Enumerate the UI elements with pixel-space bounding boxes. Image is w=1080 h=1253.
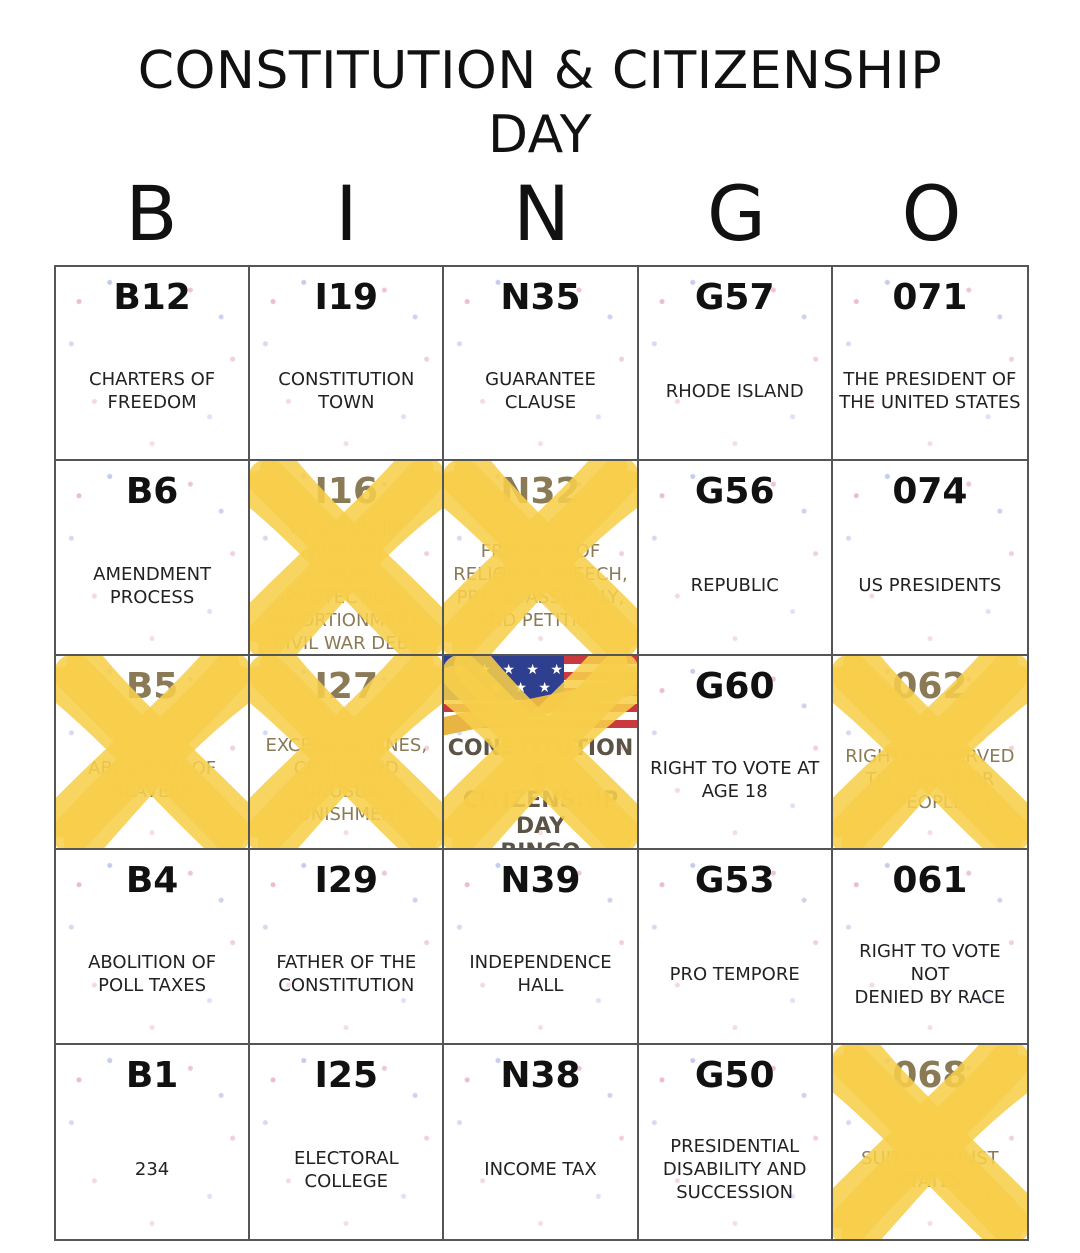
bingo-cell-o-4[interactable]: 061 RIGHT TO VOTE NOT DENIED BY RACE [832,850,1027,1045]
bingo-letter-n: N [513,169,570,258]
cell-code: B1 [125,1054,179,1096]
cell-description: ABOLITION OF POLL TAXES [88,952,217,997]
cell-code: 071 [892,277,968,318]
cell-code: N32 [500,471,581,513]
star-icon: ★ [502,660,515,677]
cell-description: RIGHT TO VOTE NOT DENIED BY RACE [854,940,1006,1008]
cell-description: RHODE ISLAND [665,380,804,402]
page-title: CONSTITUTION & CITIZENSHIP [137,41,943,101]
star-icon: ★ [466,678,479,695]
star-icon: ★ [478,660,491,677]
cell-description: INDEPENDENCE HALL [469,952,612,997]
cell-description: 234 [134,1159,170,1181]
cell-description: AMENDMENT PROCESS [93,563,212,608]
bingo-cell-b-4[interactable]: B4 ABOLITION OF POLL TAXES [56,850,251,1045]
cell-code: 068 [892,1054,968,1096]
bingo-cell-g-2[interactable]: G56 REPUBLIC [638,461,833,656]
cell-code: I27 [314,665,379,707]
bingo-cell-g-4[interactable]: G53 PRO TEMPORE [638,850,833,1045]
bingo-cell-b-2[interactable]: B6 AMENDMENT PROCESS [56,461,251,656]
star-icon: ★ [550,660,563,677]
cell-code: G53 [694,860,775,902]
cell-code: B5 [125,665,179,707]
bingo-cell-o-5[interactable]: 068 SUITS AGAINST STATES [832,1044,1027,1239]
cell-description: CITIZENSHIP RIGHTS, EQUAL PROTECTION, AP… [266,517,427,654]
cell-description: RIGHT TO VOTE AT AGE 18 [650,757,820,802]
cell-code: I16 [314,471,379,513]
bingo-cell-n-2[interactable]: N32 FREEDOM OF RELIGION, SPEECH, PRESS, A… [444,461,639,656]
cell-code: N39 [500,860,581,902]
cell-code: G56 [694,471,775,513]
cell-code: N38 [500,1054,581,1096]
cell-code: B6 [125,471,179,513]
flag-stars-icon: ★ ★ ★ ★ ★ ★ ★ ★ ★ [444,655,564,700]
bingo-cell-o-1[interactable]: 071 THE PRESIDENT OF THE UNITED STATES [832,267,1027,462]
cell-code: I29 [314,860,379,902]
cell-code: G57 [694,277,775,318]
bingo-cell-i-5[interactable]: I25 ELECTORAL COLLEGE [250,1044,445,1239]
cell-code: N35 [500,277,581,318]
bingo-cell-o-2[interactable]: 074 US PRESIDENTS [832,461,1027,656]
cell-description: ABOLITION OF SLAVERY [88,757,217,802]
cell-description: CONSTITUTION TOWN [278,369,415,414]
bingo-cell-i-3[interactable]: I27 EXCESSIVE FINES, CRUEL AND UNUSUAL PU… [250,655,445,851]
star-icon: ★ [526,660,539,677]
bingo-letter-g: G [707,169,766,258]
cell-description: ELECTORAL COLLEGE [293,1147,399,1192]
bingo-cell-n-5[interactable]: N38 INCOME TAX [444,1044,639,1239]
flag-banner-image: ★ ★ ★ ★ ★ ★ ★ ★ ★ [444,655,637,737]
star-icon: ★ [454,660,467,677]
cell-description: CHARTERS OF FREEDOM [89,369,216,414]
bingo-board: B12 CHARTERS OF FREEDOM I19 CONSTITUTION TO… [54,265,1029,1241]
bingo-cell-o-3[interactable]: 062 RIGHTS RESERVED TO STATES OR PEOPLE [832,655,1027,851]
cell-code: I25 [314,1054,379,1096]
cell-description: US PRESIDENTS [858,575,1002,597]
cell-code: 061 [892,860,968,902]
bingo-cell-b-3[interactable]: B5 ABOLITION OF SLAVERY [56,655,251,851]
bingo-cell-g-1[interactable]: G57 RHODE ISLAND [638,267,833,462]
cell-description: SUITS AGAINST STATES [861,1147,999,1192]
star-icon: ★ [490,678,503,695]
cell-description: REPUBLIC [690,575,779,597]
cell-code: G60 [694,665,775,707]
bingo-cell-i-2[interactable]: I16 CITIZENSHIP RIGHTS, EQUAL PROTECTION,… [250,461,445,656]
bingo-letter-i: I [335,169,358,258]
cell-code: G50 [694,1054,775,1096]
cell-code: B4 [125,860,179,902]
cell-description: GUARANTEE CLAUSE [485,369,596,414]
star-icon: ★ [514,678,527,695]
cell-description: PRESIDENTIAL DISABILITY AND SUCCESSION [662,1136,807,1204]
cell-description: FREEDOM OF RELIGION, SPEECH, PRESS, ASSE… [453,540,628,631]
star-icon: ★ [538,678,551,695]
bingo-cell-b-5[interactable]: B1 234 [56,1044,251,1239]
cell-description: THE PRESIDENT OF THE UNITED STATES [839,369,1021,414]
cell-description: INCOME TAX [484,1159,597,1181]
bingo-cell-i-4[interactable]: I29 FATHER OF THE CONSTITUTION [250,850,445,1045]
bingo-cell-n-1[interactable]: N35 GUARANTEE CLAUSE [444,267,639,462]
free-space-cell[interactable]: ★ ★ ★ ★ ★ ★ ★ ★ ★ CONSTITUTION & CITIZENSHIP DAY … [444,655,639,851]
cell-description: EXCESSIVE FINES, CRUEL AND UNUSUAL PUNIS… [265,734,428,825]
cell-description: RIGHTS RESERVED TO STATES OR PEOPLE [845,746,1015,814]
cell-code: 074 [892,471,968,513]
free-space-label: CONSTITUTION & CITIZENSHIP DAY BINGO [447,735,634,848]
bingo-cell-n-4[interactable]: N39 INDEPENDENCE HALL [444,850,639,1045]
bingo-cell-i-1[interactable]: I19 CONSTITUTION TOWN [250,267,445,462]
bingo-letter-o: O [901,169,962,258]
cell-code: B12 [113,277,191,318]
cell-code: I19 [314,277,379,318]
bingo-cell-b-1[interactable]: B12 CHARTERS OF FREEDOM [56,267,251,462]
bingo-cell-g-5[interactable]: G50 PRESIDENTIAL DISABILITY AND SUCCESSIO… [638,1044,833,1239]
cell-code: 062 [892,665,968,707]
page-title-continued: DAY [488,105,592,165]
bingo-cell-g-3[interactable]: G60 RIGHT TO VOTE AT AGE 18 [638,655,833,851]
cell-description: FATHER OF THE CONSTITUTION [276,952,417,997]
bingo-header: B I N G O [54,172,1029,256]
cell-description: PRO TEMPORE [669,963,800,985]
bingo-letter-b: B [125,169,178,258]
